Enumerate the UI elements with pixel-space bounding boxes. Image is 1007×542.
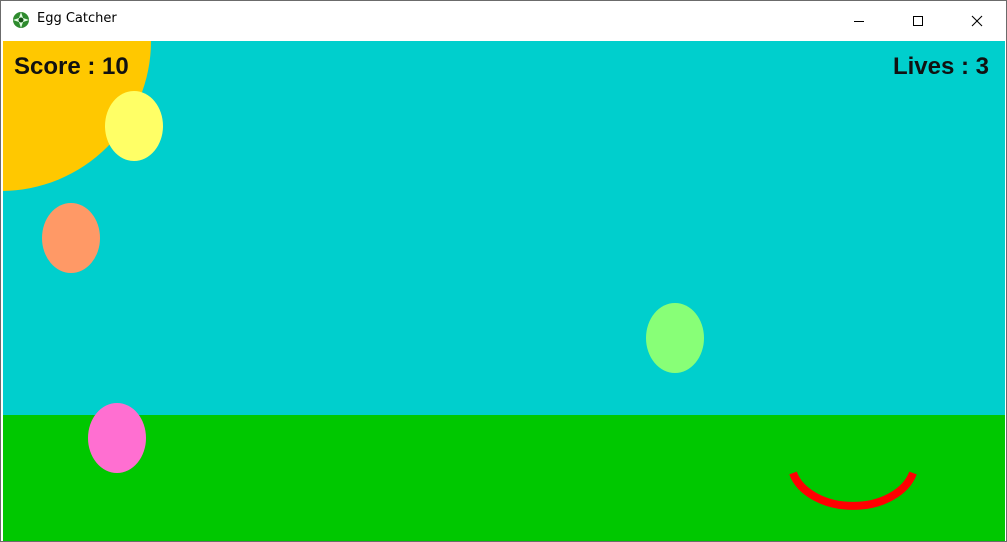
sky — [3, 41, 1005, 415]
egg-yellow — [105, 91, 163, 161]
maximize-icon — [913, 15, 923, 26]
egg-orange — [42, 203, 100, 273]
game-window: Egg Catcher Score : 10 Lives: 3 — [0, 0, 1007, 542]
close-button[interactable] — [949, 1, 1005, 40]
catcher-basket[interactable] — [787, 465, 923, 525]
game-canvas[interactable]: Score : 10 Lives : 3 — [3, 41, 1005, 541]
minimize-icon — [854, 20, 864, 22]
egg-catcher-app-icon — [13, 12, 29, 28]
window-title: Egg Catcher — [37, 11, 117, 26]
egg-green — [646, 303, 704, 373]
lives-label: Lives : 3 — [892, 53, 989, 80]
title-bar[interactable]: Egg Catcher — [1, 1, 1006, 40]
maximize-button[interactable] — [890, 1, 946, 40]
minimize-button[interactable] — [831, 1, 887, 40]
score-label: Score : 10 — [14, 53, 129, 80]
close-icon — [971, 15, 983, 26]
egg-pink — [88, 403, 146, 473]
